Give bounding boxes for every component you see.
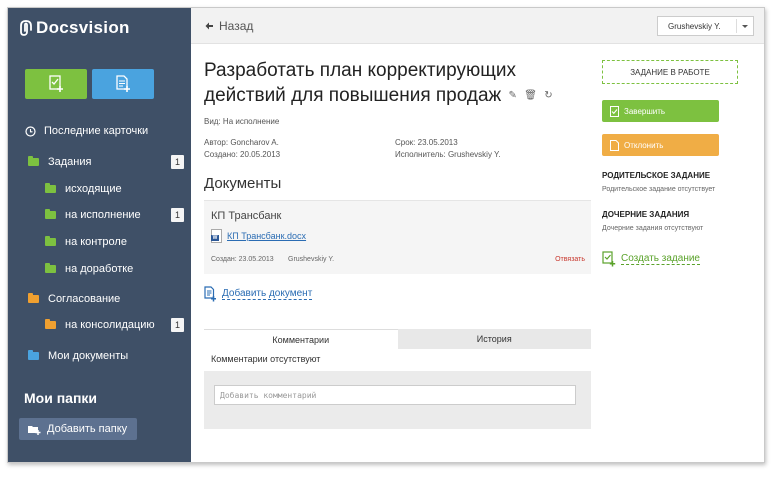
user-select[interactable]: Grushevskiy Y. [657, 16, 754, 36]
sidebar-item-label: на доработке [65, 263, 134, 275]
document-card-name: КП Трансбанк [211, 210, 282, 222]
sidebar-item-label: на контроле [65, 236, 127, 248]
new-document-icon [116, 75, 130, 92]
create-task-link[interactable]: Создать задание [602, 251, 700, 267]
child-tasks-empty: Дочерние задания отсутствуют [602, 225, 704, 232]
document-creator: Grushevskiy Y. [288, 256, 335, 263]
folder-icon [45, 209, 56, 219]
chevron-down-icon [742, 25, 748, 28]
comments-tabs: Комментарии История [204, 329, 591, 349]
sidebar: Docsvision Последние карточки Задания 1 … [8, 8, 191, 462]
documents-heading: Документы [204, 175, 282, 192]
task-executor: Исполнитель: Grushevskiy Y. [395, 150, 501, 159]
sidebar-item-label: Последние карточки [44, 125, 149, 137]
add-folder-icon [28, 425, 41, 435]
add-document-link[interactable]: Добавить документ [204, 286, 313, 302]
logo-text: Docsvision [36, 18, 130, 37]
sidebar-item-outgoing[interactable]: исходящие [8, 179, 191, 199]
sidebar-item-rework[interactable]: на доработке [8, 259, 191, 279]
parent-task-heading: РОДИТЕЛЬСКОЕ ЗАДАНИЕ [602, 171, 711, 180]
back-link[interactable]: Назад [205, 19, 253, 33]
sidebar-item-control[interactable]: на контроле [8, 232, 191, 252]
folder-icon [28, 293, 39, 303]
create-task-label: Создать задание [621, 253, 700, 265]
word-file-icon: W [211, 229, 222, 243]
reject-button[interactable]: Отклонить [602, 134, 719, 156]
pencil-icon[interactable]: ✎ [509, 83, 517, 108]
complete-button[interactable]: Завершить [602, 100, 719, 122]
trash-icon[interactable]: 🗑 [524, 83, 537, 108]
logo-icon [20, 20, 32, 36]
document-created: Создан: 23.05.2013 [211, 256, 274, 263]
tab-history[interactable]: История [398, 329, 592, 349]
parent-task-empty: Родительское задание отсутствует [602, 186, 716, 193]
comments-panel: Комментарии отсутствуют Добавить коммент… [204, 349, 591, 429]
add-document-label: Добавить документ [222, 288, 313, 300]
arrow-left-icon [205, 22, 213, 30]
create-task-icon [602, 251, 616, 267]
comment-compose: Добавить комментарий [204, 371, 591, 429]
refresh-icon[interactable]: ↻ [544, 83, 552, 108]
document-file-link[interactable]: W КП Трансбанк.docx [211, 229, 306, 243]
task-created: Создано: 20.05.2013 [204, 150, 281, 159]
folder-icon [45, 183, 56, 193]
task-author: Автор: Goncharov A. [204, 138, 279, 147]
tab-comments[interactable]: Комментарии [204, 329, 398, 349]
user-name: Grushevskiy Y. [668, 21, 721, 31]
sidebar-item-recent[interactable]: Последние карточки [8, 121, 191, 141]
count-badge: 1 [171, 155, 184, 169]
document-file-name: КП Трансбанк.docx [227, 231, 307, 241]
app-window: Docsvision Последние карточки Задания 1 … [7, 7, 765, 463]
sidebar-item-label: Мои документы [48, 350, 129, 362]
comments-empty: Комментарии отсутствуют [211, 354, 321, 364]
count-badge: 1 [171, 208, 184, 222]
child-tasks-heading: ДОЧЕРНИЕ ЗАДАНИЯ [602, 210, 690, 219]
reject-document-icon [610, 139, 619, 151]
new-task-icon [49, 75, 63, 92]
back-label: Назад [219, 19, 254, 33]
count-badge: 1 [171, 318, 184, 332]
sidebar-item-tasks[interactable]: Задания 1 [8, 152, 191, 172]
sidebar-item-label: исходящие [65, 183, 122, 195]
sidebar-item-label: на исполнение [65, 209, 141, 221]
status-badge: ЗАДАНИЕ В РАБОТЕ [602, 60, 738, 84]
sidebar-item-consolidation[interactable]: на консолидацию 1 [8, 315, 191, 335]
task-deadline: Срок: 23.05.2013 [395, 138, 458, 147]
folder-icon [45, 319, 56, 329]
check-document-icon [610, 105, 619, 117]
sidebar-item-label: Согласование [48, 293, 121, 305]
sidebar-item-in-progress[interactable]: на исполнение 1 [8, 205, 191, 225]
reject-label: Отклонить [624, 140, 664, 150]
unlink-button[interactable]: Отвязать [555, 256, 585, 263]
complete-label: Завершить [624, 106, 666, 116]
document-card: КП Трансбанк W КП Трансбанк.docx Создан:… [204, 200, 591, 274]
folder-icon [45, 263, 56, 273]
add-document-icon [204, 286, 216, 302]
task-title: Разработать план корректирующих действий… [204, 60, 516, 106]
folder-icon [28, 156, 39, 166]
sidebar-item-my-documents[interactable]: Мои документы [8, 346, 191, 366]
comment-input[interactable]: Добавить комментарий [214, 385, 576, 405]
folder-icon [28, 350, 39, 360]
new-task-button[interactable] [25, 69, 87, 99]
my-folders-title: Мои папки [24, 390, 98, 406]
folder-icon [45, 236, 56, 246]
clock-icon [25, 125, 36, 137]
add-folder-label: Добавить папку [47, 423, 128, 435]
sidebar-item-approval[interactable]: Согласование [8, 289, 191, 309]
page-title: Разработать план корректирующих действий… [204, 58, 574, 108]
sidebar-item-label: на консолидацию [65, 319, 155, 331]
task-type: Вид: На исполнение [204, 117, 280, 126]
app-logo[interactable]: Docsvision [20, 18, 130, 38]
add-folder-button[interactable]: Добавить папку [19, 418, 137, 440]
top-bar: Назад Grushevskiy Y. [191, 8, 764, 44]
sidebar-item-label: Задания [48, 156, 92, 168]
new-document-button[interactable] [92, 69, 154, 99]
